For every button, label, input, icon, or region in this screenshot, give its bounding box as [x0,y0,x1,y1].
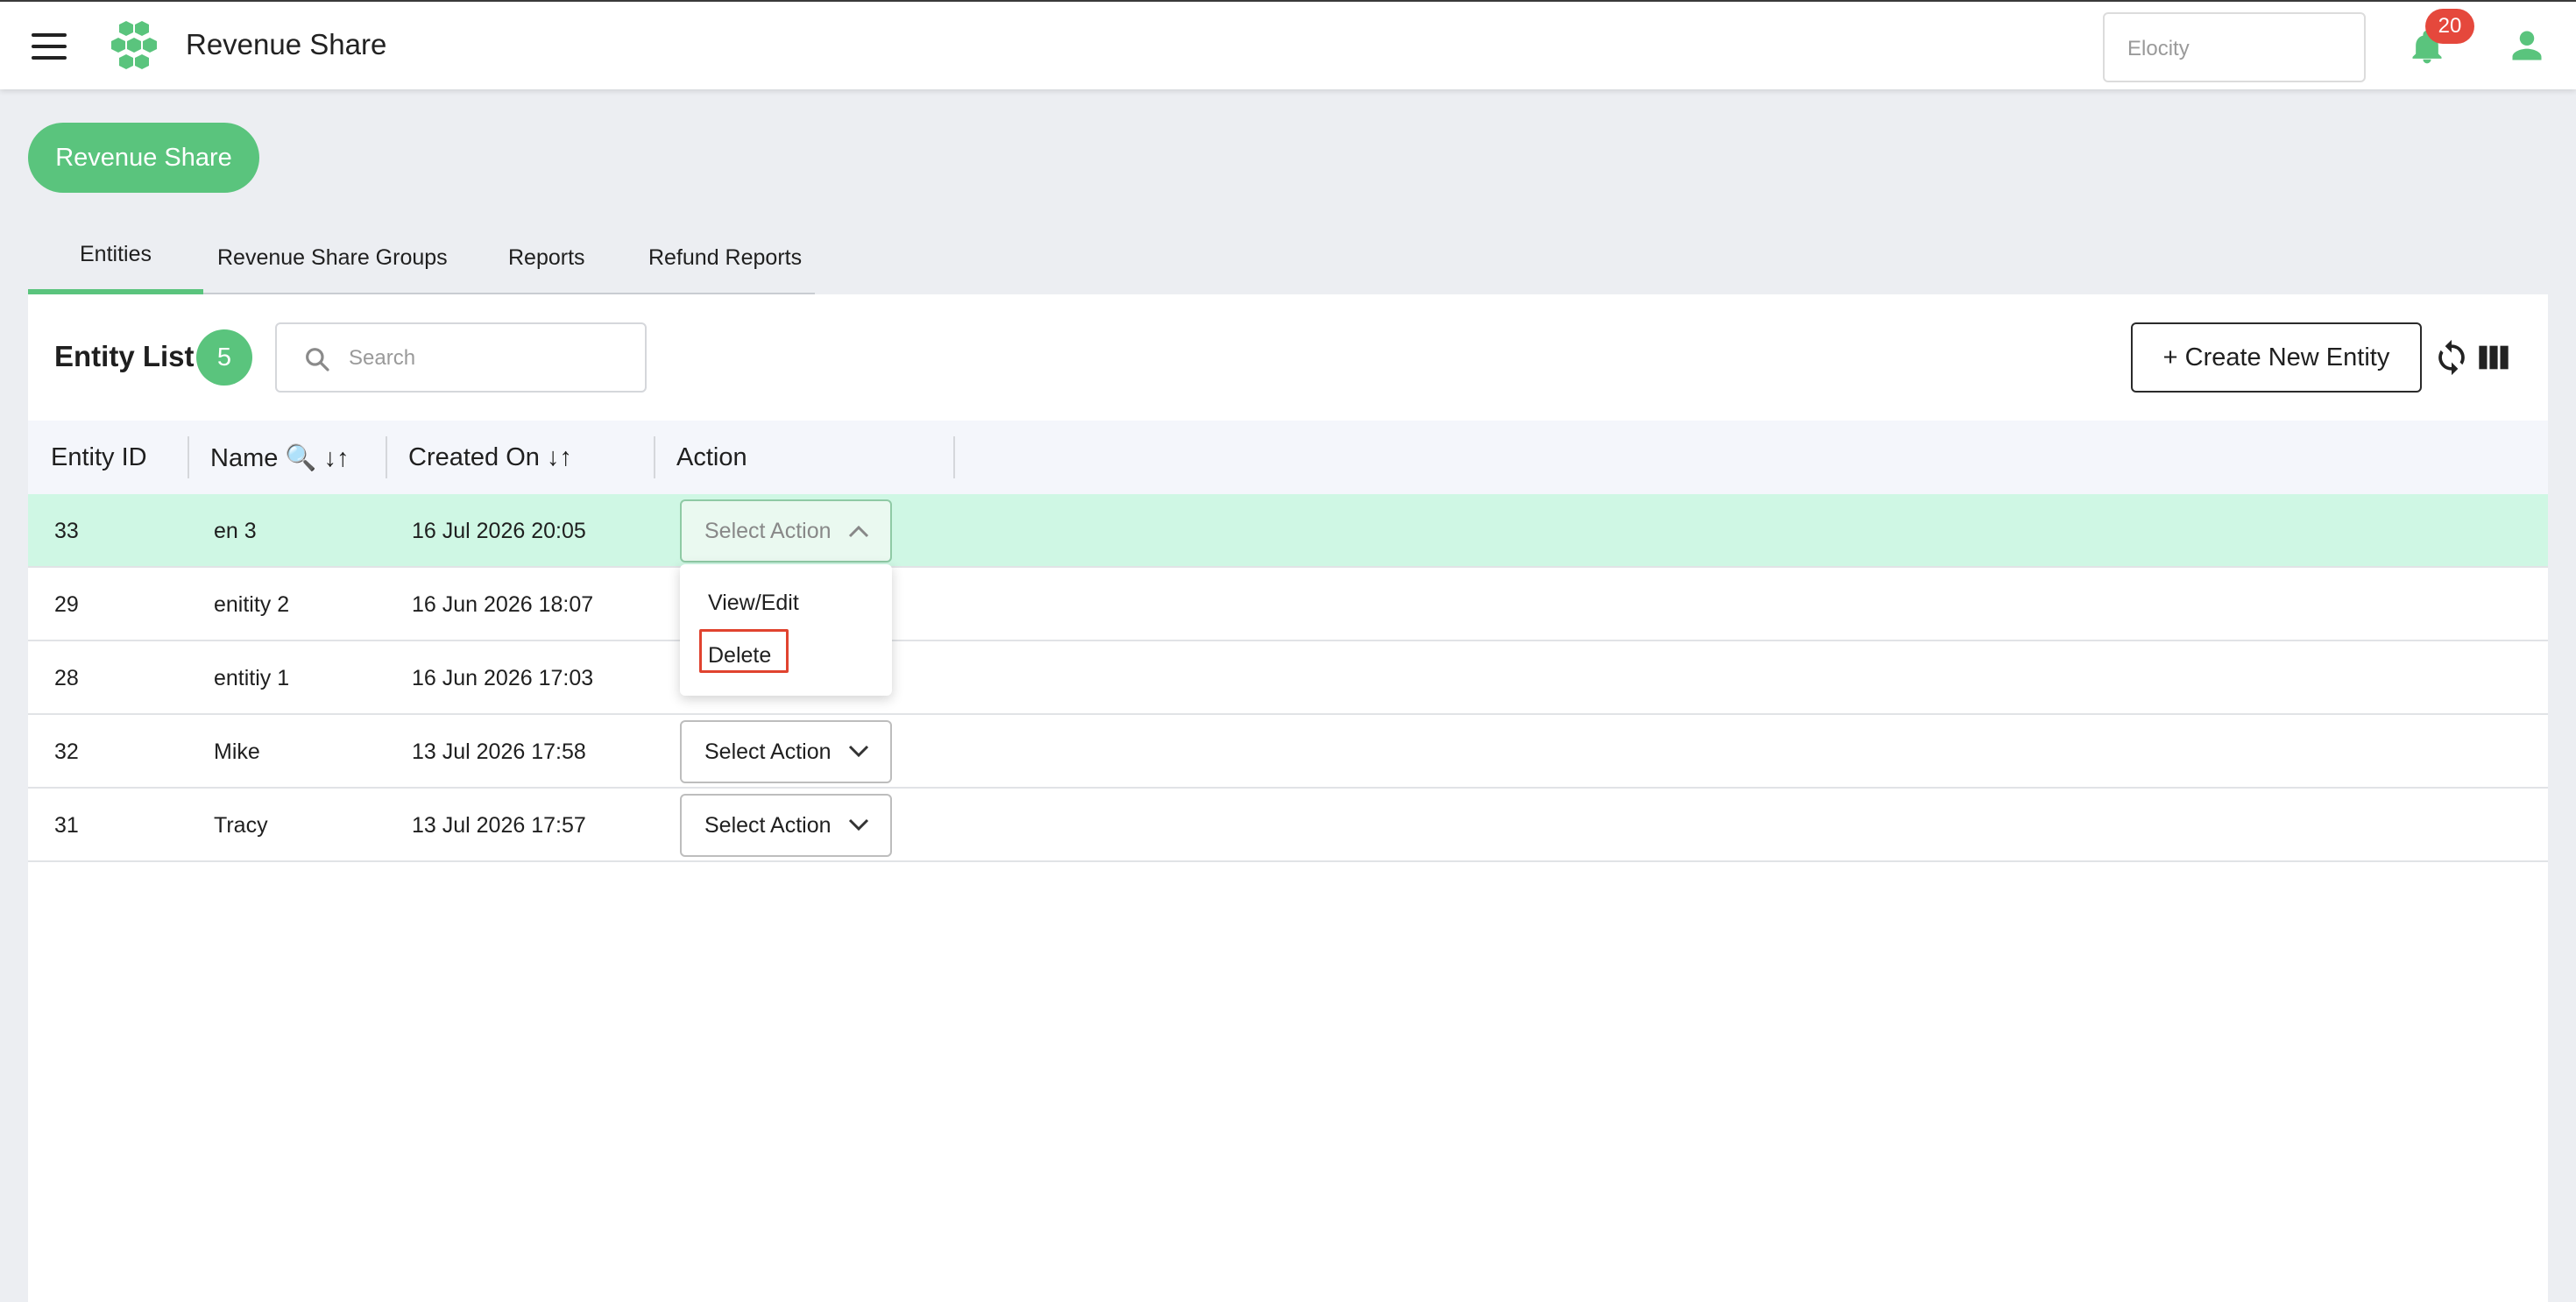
table-header: Entity ID Name 🔍 ↓↑ Created On ↓↑ Action [28,421,2548,494]
entity-list-title: Entity List [54,340,195,372]
chevron-up-icon [848,525,869,538]
column-action: Action [676,443,747,471]
cell-created-on: 16 Jun 2026 17:03 [412,666,594,690]
cell-entity-id: 31 [54,813,79,838]
table-row[interactable]: 33 en 3 16 Jul 2026 20:05 Select Action [28,494,2548,568]
app-title: Revenue Share [186,28,387,60]
tab-reports[interactable]: Reports [508,245,585,294]
cell-entity-id: 28 [54,666,79,690]
organization-select[interactable]: Elocity [2103,12,2366,82]
notification-badge: 20 [2425,9,2474,44]
table-row[interactable]: 31 Tracy 13 Jul 2026 17:57 Select Action [28,789,2548,862]
cell-created-on: 13 Jul 2026 17:58 [412,739,586,764]
menu-item-view-edit[interactable]: View/Edit [708,591,799,616]
chevron-down-icon [848,818,869,831]
action-select[interactable]: Select Action [680,720,892,783]
tab-refund-reports[interactable]: Refund Reports [648,245,802,294]
create-new-entity-button[interactable]: + Create New Entity [2131,322,2422,393]
action-select-label: Select Action [704,519,832,543]
cell-entity-id: 33 [54,519,79,543]
cell-created-on: 16 Jul 2026 20:05 [412,519,586,543]
action-select-label: Select Action [704,739,832,764]
action-select-label: Select Action [704,813,832,838]
entity-count-badge: 5 [196,329,252,386]
revenue-share-button[interactable]: Revenue Share [28,123,259,193]
tab-bar: Entities Revenue Share Groups Reports Re… [28,230,815,294]
logo-icon [111,21,157,69]
cell-name: entitiy 1 [214,666,290,690]
columns-icon[interactable] [2476,340,2511,375]
cell-created-on: 16 Jun 2026 18:07 [412,592,594,617]
table-row[interactable]: 28 entitiy 1 16 Jun 2026 17:03 [28,641,2548,715]
refresh-icon[interactable] [2432,338,2471,377]
menu-item-delete[interactable]: Delete [708,643,771,669]
user-icon[interactable] [2508,26,2546,65]
cell-name: enitity 2 [214,592,290,617]
tab-entities[interactable]: Entities [28,242,203,294]
table-row[interactable]: 32 Mike 13 Jul 2026 17:58 Select Action [28,715,2548,789]
top-bar: Revenue Share Elocity 20 [0,0,2576,89]
menu-icon[interactable] [32,33,67,60]
cell-name: en 3 [214,519,257,543]
search-icon [306,348,329,371]
cell-name: Tracy [214,813,268,838]
action-select[interactable]: Select Action [680,794,892,857]
column-divider[interactable] [188,436,189,478]
column-divider[interactable] [654,436,655,478]
column-divider[interactable] [386,436,387,478]
cell-entity-id: 29 [54,592,79,617]
entity-list-card: Entity List 5 + Create New Entity Entity… [28,294,2548,1302]
column-divider[interactable] [953,436,955,478]
table-row[interactable]: 29 enitity 2 16 Jun 2026 18:07 [28,568,2548,641]
search-input[interactable] [349,340,629,377]
action-select[interactable]: Select Action [680,499,892,563]
cell-entity-id: 32 [54,739,79,764]
column-created-on[interactable]: Created On ↓↑ [408,443,572,472]
chevron-down-icon [848,745,869,758]
column-entity-id[interactable]: Entity ID [51,443,147,472]
action-dropdown-menu: View/Edit Delete [680,564,892,696]
search-box[interactable] [275,322,647,393]
cell-created-on: 13 Jul 2026 17:57 [412,813,586,838]
tab-revenue-share-groups[interactable]: Revenue Share Groups [217,245,448,294]
cell-name: Mike [214,739,260,764]
column-name[interactable]: Name 🔍 ↓↑ [210,443,350,473]
